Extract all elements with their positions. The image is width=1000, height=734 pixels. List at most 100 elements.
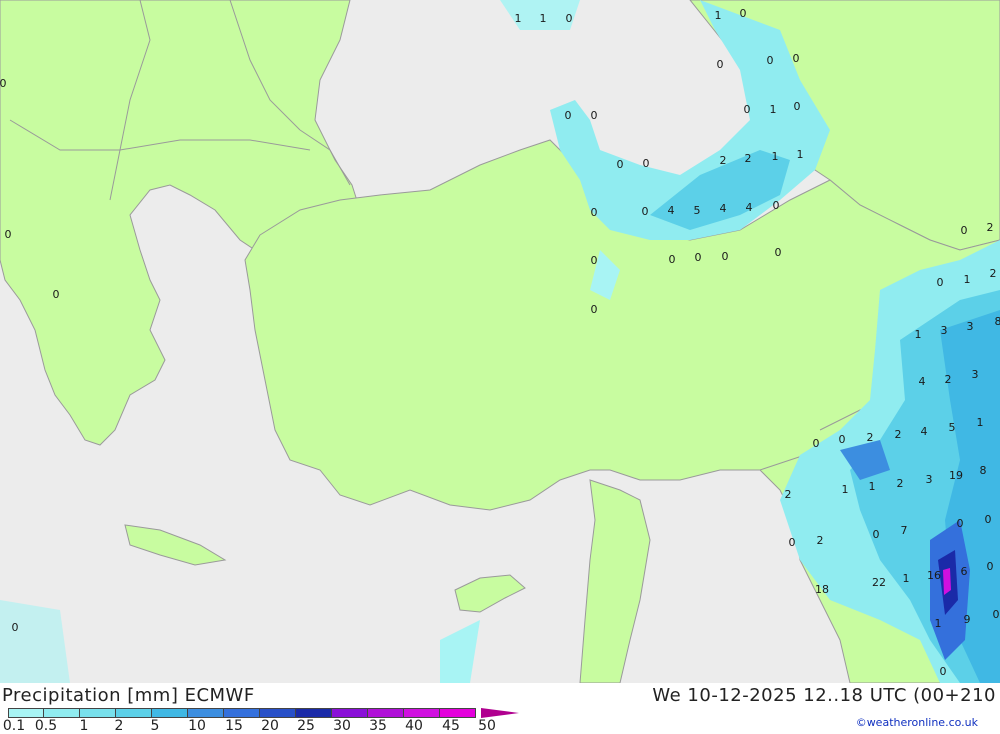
precip-value-label: 1 bbox=[842, 483, 849, 496]
precip-value-label: 1 bbox=[903, 572, 910, 585]
precip-value-label: 1 bbox=[915, 328, 922, 341]
legend-tick: 50 bbox=[478, 718, 496, 734]
precip-value-label: 1 bbox=[935, 617, 942, 630]
precip-value-label: 0 bbox=[813, 437, 820, 450]
precip-value-label: 0 bbox=[794, 100, 801, 113]
precip-value-label: 4 bbox=[668, 204, 675, 217]
precip-value-label: 1 bbox=[772, 150, 779, 163]
precip-value-label: 5 bbox=[694, 204, 701, 217]
precip-value-label: 0 bbox=[642, 205, 649, 218]
precip-value-label: 1 bbox=[770, 103, 777, 116]
legend-tick: 0.1 bbox=[3, 718, 25, 734]
precip-value-label: 2 bbox=[897, 477, 904, 490]
precip-value-label: 1 bbox=[869, 480, 876, 493]
legend-tick: 30 bbox=[333, 718, 351, 734]
precip-value-label: 3 bbox=[926, 473, 933, 486]
precip-value-label: 0 bbox=[0, 77, 7, 90]
precip-value-label: 9 bbox=[964, 613, 971, 626]
precip-value-label: 0 bbox=[740, 7, 747, 20]
precip-value-label: 1 bbox=[540, 12, 547, 25]
legend-swatch bbox=[224, 708, 260, 718]
precip-value-label: 3 bbox=[967, 320, 974, 333]
precip-value-label: 22 bbox=[872, 576, 886, 589]
legend-swatch bbox=[296, 708, 332, 718]
precip-value-label: 0 bbox=[5, 228, 12, 241]
precip-value-label: 2 bbox=[895, 428, 902, 441]
precipitation-map: 1101000000100002211000454400000000000021… bbox=[0, 0, 1000, 683]
precip-value-label: 1 bbox=[964, 273, 971, 286]
precip-value-label: 0 bbox=[839, 433, 846, 446]
map-svg: 1101000000100002211000454400000000000021… bbox=[0, 0, 1000, 683]
precip-value-label: 0 bbox=[53, 288, 60, 301]
precip-value-label: 0 bbox=[987, 560, 994, 573]
legend-swatch bbox=[116, 708, 152, 718]
precip-value-label: 3 bbox=[941, 324, 948, 337]
credit-link[interactable]: ©weatheronline.co.uk bbox=[856, 716, 978, 729]
precip-value-label: 5 bbox=[949, 421, 956, 434]
precip-value-label: 0 bbox=[565, 109, 572, 122]
precip-value-label: 0 bbox=[591, 303, 598, 316]
precip-value-label: 2 bbox=[785, 488, 792, 501]
legend-tick: 2 bbox=[115, 718, 124, 734]
legend-tick: 45 bbox=[442, 718, 460, 734]
precip-value-label: 0 bbox=[566, 12, 573, 25]
precip-value-label: 1 bbox=[715, 9, 722, 22]
legend-swatch bbox=[8, 708, 44, 718]
precip-value-label: 0 bbox=[773, 199, 780, 212]
precip-value-label: 4 bbox=[720, 202, 727, 215]
legend-swatch bbox=[332, 708, 368, 718]
legend-arrow bbox=[481, 708, 519, 718]
legend-swatch bbox=[44, 708, 80, 718]
precip-value-label: 2 bbox=[945, 373, 952, 386]
precip-value-label: 18 bbox=[815, 583, 829, 596]
legend-swatch bbox=[152, 708, 188, 718]
precip-value-label: 0 bbox=[744, 103, 751, 116]
precip-value-label: 19 bbox=[949, 469, 963, 482]
precip-value-label: 0 bbox=[695, 251, 702, 264]
precip-value-label: 0 bbox=[940, 665, 947, 678]
precip-value-label: 0 bbox=[985, 513, 992, 526]
precip-value-label: 0 bbox=[957, 517, 964, 530]
precip-value-label: 0 bbox=[961, 224, 968, 237]
legend-tick: 15 bbox=[225, 718, 243, 734]
legend-tick: 40 bbox=[405, 718, 423, 734]
precip-value-label: 0 bbox=[775, 246, 782, 259]
precip-value-label: 1 bbox=[797, 148, 804, 161]
legend-swatch bbox=[80, 708, 116, 718]
precip-value-label: 0 bbox=[993, 608, 1000, 621]
precip-value-label: 7 bbox=[901, 524, 908, 537]
precip-value-label: 0 bbox=[12, 621, 19, 634]
precip-value-label: 0 bbox=[937, 276, 944, 289]
precip-value-label: 1 bbox=[977, 416, 984, 429]
legend-swatch bbox=[368, 708, 404, 718]
precip-value-label: 8 bbox=[980, 464, 987, 477]
precip-value-label: 0 bbox=[722, 250, 729, 263]
legend-tick: 0.5 bbox=[35, 718, 57, 734]
legend-swatch bbox=[404, 708, 440, 718]
precip-value-label: 4 bbox=[746, 201, 753, 214]
precip-value-label: 16 bbox=[927, 569, 941, 582]
legend-tick: 25 bbox=[297, 718, 315, 734]
precip-value-label: 2 bbox=[745, 152, 752, 165]
legend-tick: 10 bbox=[188, 718, 206, 734]
precip-value-label: 1 bbox=[515, 12, 522, 25]
legend-swatch bbox=[260, 708, 296, 718]
precip-value-label: 4 bbox=[919, 375, 926, 388]
precip-value-label: 2 bbox=[817, 534, 824, 547]
precip-value-label: 4 bbox=[921, 425, 928, 438]
precip-value-label: 0 bbox=[591, 254, 598, 267]
precip-value-label: 0 bbox=[591, 109, 598, 122]
footer: Precipitation [mm] ECMWF We 10-12-2025 1… bbox=[0, 683, 1000, 733]
legend-tick: 20 bbox=[261, 718, 279, 734]
legend-swatch bbox=[440, 708, 476, 718]
precip-value-label: 0 bbox=[669, 253, 676, 266]
precip-value-label: 2 bbox=[867, 431, 874, 444]
precip-value-label: 0 bbox=[717, 58, 724, 71]
precip-value-label: 2 bbox=[720, 154, 727, 167]
precip-value-label: 0 bbox=[643, 157, 650, 170]
legend-tick: 35 bbox=[369, 718, 387, 734]
precip-value-label: 0 bbox=[591, 206, 598, 219]
precip-value-label: 8 bbox=[995, 315, 1000, 328]
precip-value-label: 2 bbox=[987, 221, 994, 234]
legend-tick: 1 bbox=[80, 718, 89, 734]
